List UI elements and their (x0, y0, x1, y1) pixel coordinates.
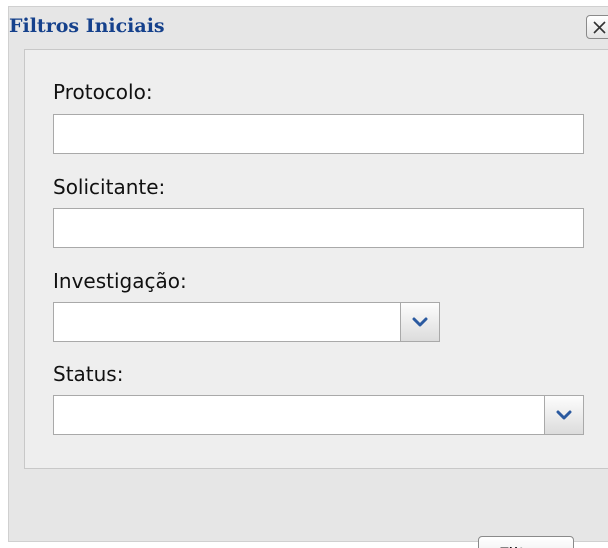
filter-panel: Protocolo: Solicitante: Investigação: St… (24, 49, 608, 469)
dialog-titlebar: Filtros Iniciais (9, 7, 608, 47)
close-icon (593, 21, 606, 34)
solicitante-input[interactable] (53, 208, 584, 248)
investigacao-select-input[interactable] (54, 303, 401, 341)
investigacao-dropdown-button[interactable] (400, 302, 440, 342)
status-label: Status: (53, 362, 124, 386)
investigacao-label: Investigação: (53, 269, 187, 293)
chevron-down-icon (556, 410, 572, 420)
chevron-down-icon (412, 317, 428, 327)
close-button[interactable] (586, 15, 608, 39)
investigacao-select[interactable] (53, 302, 440, 342)
status-select-input[interactable] (54, 396, 545, 434)
solicitante-label: Solicitante: (53, 175, 166, 199)
filter-button[interactable]: Filtrar (478, 536, 574, 548)
status-dropdown-button[interactable] (544, 395, 584, 435)
protocolo-input[interactable] (53, 114, 584, 154)
filter-dialog: Filtros Iniciais Protocolo: Solicitante:… (8, 6, 608, 542)
protocolo-label: Protocolo: (53, 80, 153, 104)
dialog-title: Filtros Iniciais (9, 15, 165, 37)
status-select[interactable] (53, 395, 584, 435)
